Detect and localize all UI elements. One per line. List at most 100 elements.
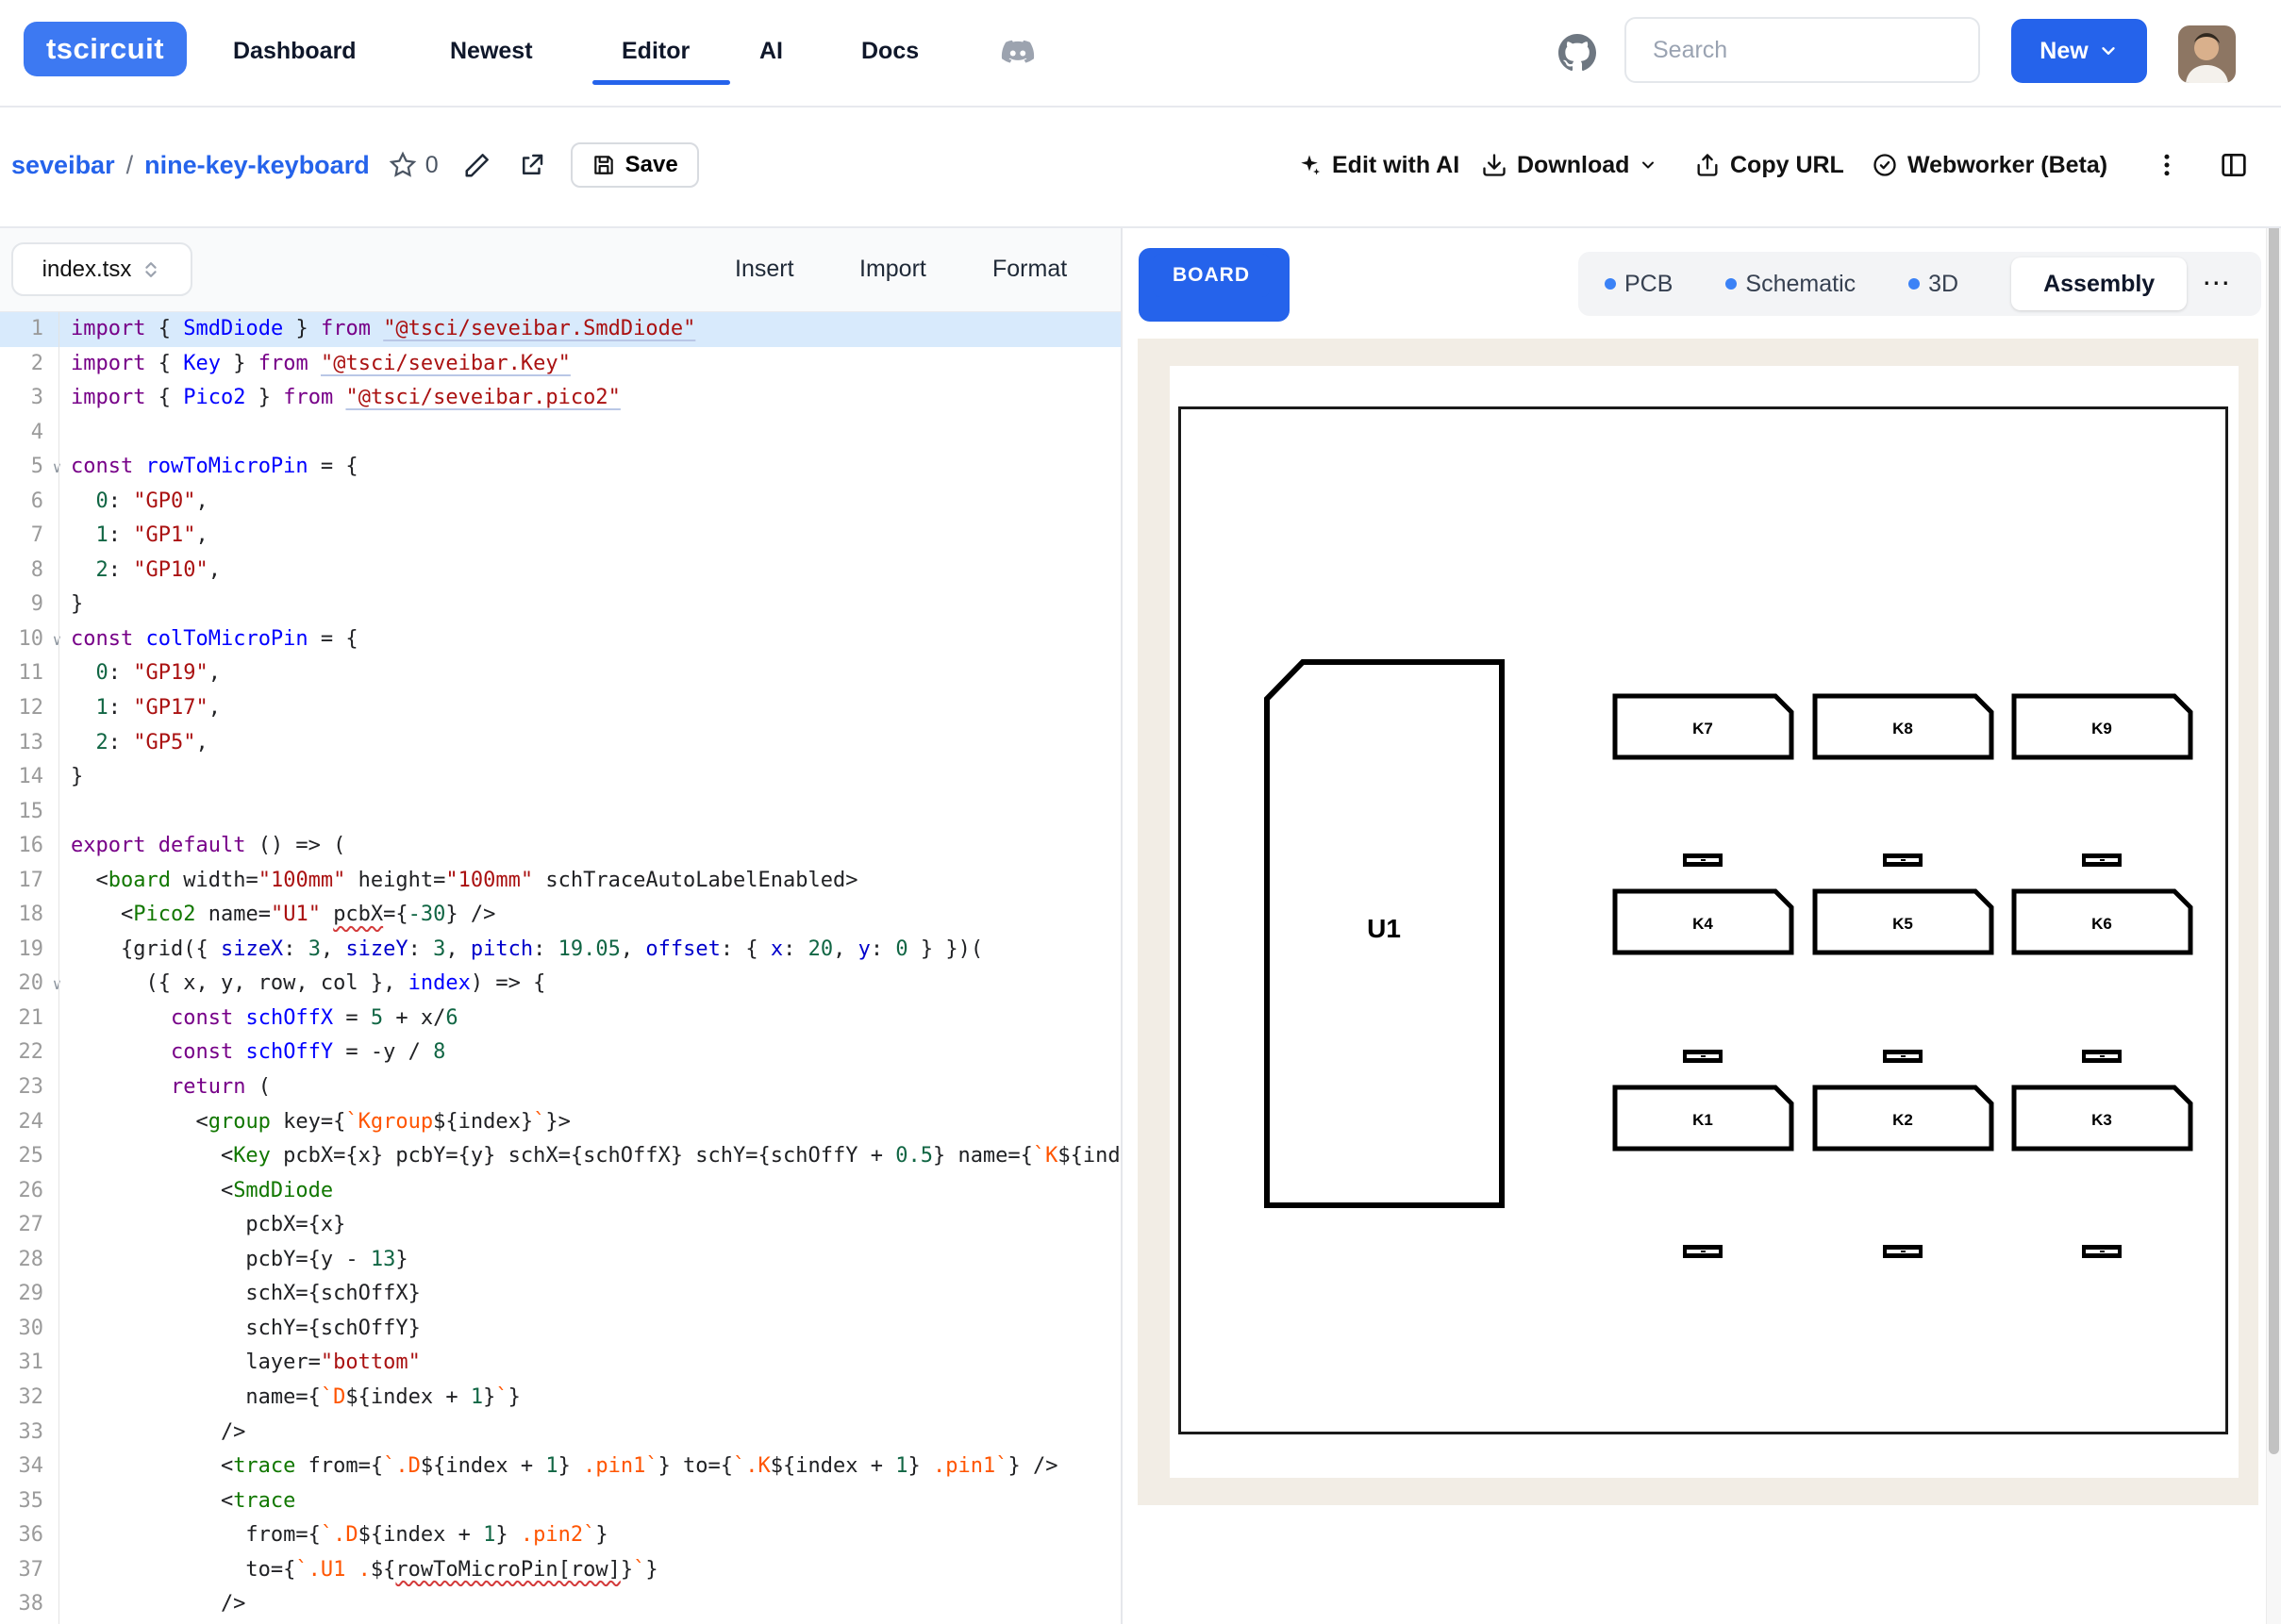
- diode-d8[interactable]: [1883, 1245, 1923, 1258]
- new-button[interactable]: New: [2011, 19, 2147, 83]
- code-line-21[interactable]: 21 const schOffX = 5 + x/6: [0, 1002, 1121, 1036]
- code-line-36[interactable]: 36 from={`.D${index + 1} .pin2`}: [0, 1518, 1121, 1553]
- editor-action-insert[interactable]: Insert: [735, 226, 794, 311]
- code-line-23[interactable]: 23 return (: [0, 1070, 1121, 1105]
- code-line-19[interactable]: 19 {grid({ sizeX: 3, sizeY: 3, pitch: 19…: [0, 933, 1121, 968]
- key-k3[interactable]: K3: [2014, 1087, 2190, 1149]
- panel-resize-handle[interactable]: [1121, 226, 1123, 1624]
- code-line-2[interactable]: 2import { Key } from "@tsci/seveibar.Key…: [0, 347, 1121, 382]
- github-icon[interactable]: [1557, 32, 1598, 74]
- fold-marker[interactable]: ∨: [43, 451, 71, 486]
- key-k7[interactable]: K7: [1615, 696, 1791, 757]
- key-label: K7: [1692, 720, 1713, 737]
- edit-with-ai-button[interactable]: Edit with AI: [1296, 106, 1459, 224]
- diode-d7[interactable]: [1683, 1245, 1723, 1258]
- breadcrumb-owner[interactable]: seveibar: [11, 151, 115, 180]
- board-badge[interactable]: BOARD: [1153, 254, 1270, 297]
- code-line-1[interactable]: 1import { SmdDiode } from "@tsci/seveiba…: [0, 312, 1121, 347]
- preview-tab-assembly[interactable]: Assembly: [2011, 257, 2187, 310]
- code-line-38[interactable]: 38 />: [0, 1587, 1121, 1622]
- code-editor[interactable]: 1import { SmdDiode } from "@tsci/seveiba…: [0, 312, 1121, 1624]
- code-line-22[interactable]: 22 const schOffY = -y / 8: [0, 1036, 1121, 1070]
- key-k6[interactable]: K6: [2014, 891, 2190, 953]
- code-line-17[interactable]: 17 <board width="100mm" height="100mm" s…: [0, 864, 1121, 899]
- diode-d9[interactable]: [2082, 1245, 2122, 1258]
- nav-link-dashboard[interactable]: Dashboard: [233, 0, 357, 102]
- code-line-15[interactable]: 15: [0, 795, 1121, 830]
- code-line-13[interactable]: 13 2: "GP5",: [0, 726, 1121, 761]
- tscircuit-logo[interactable]: tscircuit: [24, 22, 187, 76]
- nav-link-docs[interactable]: Docs: [861, 0, 919, 102]
- code-line-33[interactable]: 33 />: [0, 1416, 1121, 1450]
- preview-tab-pcb[interactable]: PCB: [1605, 271, 1673, 298]
- code-line-11[interactable]: 11 0: "GP19",: [0, 656, 1121, 691]
- preview-tab-schematic[interactable]: Schematic: [1725, 271, 1856, 298]
- file-selector[interactable]: index.tsx: [11, 242, 192, 296]
- code-line-16[interactable]: 16export default () => (: [0, 829, 1121, 864]
- code-line-31[interactable]: 31 layer="bottom": [0, 1346, 1121, 1381]
- pencil-icon[interactable]: [463, 151, 491, 179]
- webworker-button[interactable]: Webworker (Beta): [1872, 106, 2107, 224]
- code-line-6[interactable]: 6 0: "GP0",: [0, 485, 1121, 520]
- code-line-26[interactable]: 26 <SmdDiode: [0, 1174, 1121, 1209]
- code-line-28[interactable]: 28 pcbY={y - 13}: [0, 1243, 1121, 1278]
- diode-d1[interactable]: [1683, 853, 1723, 867]
- editor-action-import[interactable]: Import: [859, 226, 926, 311]
- key-k4[interactable]: K4: [1615, 891, 1791, 953]
- breadcrumb-project[interactable]: nine-key-keyboard: [144, 151, 370, 180]
- download-button[interactable]: Download: [1481, 106, 1657, 224]
- key-k8[interactable]: K8: [1815, 696, 1991, 757]
- key-k9[interactable]: K9: [2014, 696, 2190, 757]
- code-line-20[interactable]: 20∨ ({ x, y, row, col }, index) => {: [0, 967, 1121, 1002]
- key-k5[interactable]: K5: [1815, 891, 1991, 953]
- code-line-37[interactable]: 37 to={`.U1 .${rowToMicroPin[row]}`}: [0, 1553, 1121, 1588]
- code-line-8[interactable]: 8 2: "GP10",: [0, 554, 1121, 588]
- code-line-34[interactable]: 34 <trace from={`.D${index + 1} .pin1`} …: [0, 1450, 1121, 1484]
- diode-d2[interactable]: [1883, 853, 1923, 867]
- code-line-10[interactable]: 10∨const colToMicroPin = {: [0, 622, 1121, 657]
- code-line-30[interactable]: 30 schY={schOffY}: [0, 1312, 1121, 1347]
- code-text: pcbX={x}: [71, 1213, 345, 1236]
- discord-icon[interactable]: [996, 31, 1040, 75]
- tabs-more-button[interactable]: ⋯: [2202, 270, 2232, 298]
- preview-tab-3d[interactable]: 3D: [1908, 271, 1958, 298]
- code-text: 0: "GP19",: [71, 661, 221, 685]
- diode-d3[interactable]: [2082, 853, 2122, 867]
- key-k1[interactable]: K1: [1615, 1087, 1791, 1149]
- chip-u1[interactable]: U1: [1267, 662, 1502, 1205]
- code-line-24[interactable]: 24 <group key={`Kgroup${index}`}>: [0, 1105, 1121, 1140]
- open-share-icon[interactable]: [518, 151, 546, 179]
- code-line-18[interactable]: 18 <Pico2 name="U1" pcbX={-30} />: [0, 898, 1121, 933]
- diode-d6[interactable]: [2082, 1050, 2122, 1063]
- code-line-9[interactable]: 9}: [0, 588, 1121, 622]
- toggle-panel-button[interactable]: [2219, 106, 2249, 224]
- code-line-4[interactable]: 4: [0, 416, 1121, 451]
- fold-marker[interactable]: ∨: [43, 968, 71, 1003]
- nav-link-editor[interactable]: Editor: [622, 0, 690, 102]
- save-button[interactable]: Save: [571, 142, 699, 188]
- code-line-27[interactable]: 27 pcbX={x}: [0, 1208, 1121, 1243]
- code-line-3[interactable]: 3import { Pico2 } from "@tsci/seveibar.p…: [0, 381, 1121, 416]
- diode-d5[interactable]: [1883, 1050, 1923, 1063]
- diode-d4[interactable]: [1683, 1050, 1723, 1063]
- code-line-25[interactable]: 25 <Key pcbX={x} pcbY={y} schX={schOffX}…: [0, 1139, 1121, 1174]
- code-line-29[interactable]: 29 schX={schOffX}: [0, 1277, 1121, 1312]
- code-text: import { Key } from "@tsci/seveibar.Key": [71, 352, 571, 375]
- code-line-12[interactable]: 12 1: "GP17",: [0, 691, 1121, 726]
- key-k2[interactable]: K2: [1815, 1087, 1991, 1149]
- nav-link-newest[interactable]: Newest: [450, 0, 533, 102]
- code-line-5[interactable]: 5∨const rowToMicroPin = {: [0, 450, 1121, 485]
- editor-action-format[interactable]: Format: [992, 226, 1067, 311]
- code-line-32[interactable]: 32 name={`D${index + 1}`}: [0, 1381, 1121, 1416]
- assembly-canvas[interactable]: U1 K7 K8 K9 K4 K5 K6 K1 K2 K3: [1138, 339, 2258, 1505]
- copy-url-button[interactable]: Copy URL: [1694, 106, 1844, 224]
- code-line-14[interactable]: 14}: [0, 760, 1121, 795]
- code-line-35[interactable]: 35 <trace: [0, 1484, 1121, 1519]
- search-input[interactable]: [1651, 36, 1956, 65]
- fold-marker[interactable]: ∨: [43, 623, 71, 658]
- user-avatar[interactable]: [2178, 25, 2236, 83]
- more-options-button[interactable]: [2153, 106, 2181, 224]
- code-line-7[interactable]: 7 1: "GP1",: [0, 519, 1121, 554]
- star-icon[interactable]: [389, 151, 417, 179]
- nav-link-ai[interactable]: AI: [759, 0, 783, 102]
